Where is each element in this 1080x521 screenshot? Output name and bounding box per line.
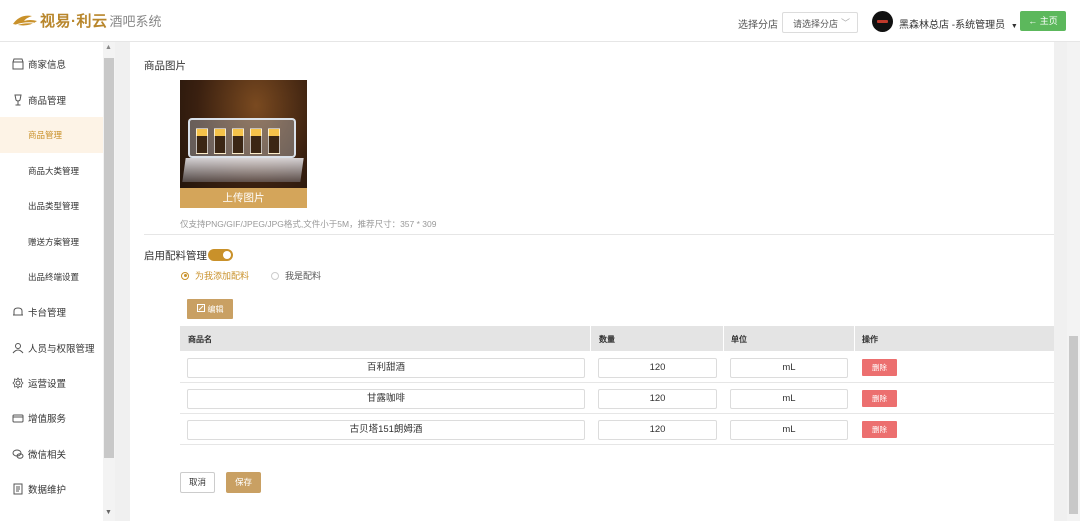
table-header: 商品名 数量 单位 操作 <box>180 326 1054 351</box>
radio-label: 我是配料 <box>285 271 322 281</box>
product-name-input[interactable]: 百利甜酒 <box>187 358 585 378</box>
unit-input[interactable]: mL <box>730 389 848 409</box>
user-menu[interactable]: 黑森林总店 -系统管理员 ▼ <box>899 16 1018 31</box>
wechat-icon <box>11 448 24 461</box>
radio-dot <box>271 271 279 280</box>
sidebar-item-label: 商品管理 <box>28 96 67 107</box>
sidebar-subitem-output-types[interactable]: 出品类型管理 <box>0 188 103 224</box>
column-header-unit: 单位 <box>731 335 747 344</box>
sidebar-item-label: 卡台管理 <box>28 308 67 319</box>
sidebar-scrollbar-thumb[interactable] <box>104 58 114 458</box>
quantity-input[interactable]: 120 <box>598 420 717 440</box>
wine-glass-icon <box>11 94 24 107</box>
brand-logo[interactable]: 视易·利云 酒吧系统 <box>12 10 162 31</box>
sidebar-item-wechat[interactable]: 微信相关 <box>0 436 103 472</box>
sidebar-item-label: 增值服务 <box>28 414 67 425</box>
quantity-input[interactable]: 120 <box>598 358 717 378</box>
sidebar-item-table-management[interactable]: 卡台管理 <box>0 294 103 330</box>
delete-button[interactable]: 删除 <box>862 421 897 438</box>
product-name-input[interactable]: 甘露咖啡 <box>187 389 585 409</box>
sidebar-subitem-categories[interactable]: 商品大类管理 <box>0 153 103 189</box>
user-name: 黑森林总店 -系统管理员 <box>899 20 1006 31</box>
table-row: 古贝塔151朗姆酒 120 mL 删除 <box>180 414 1054 445</box>
radio-is-ingredient[interactable]: 我是配料 <box>271 269 321 282</box>
product-name-input[interactable]: 古贝塔151朗姆酒 <box>187 420 585 440</box>
user-icon <box>11 342 24 355</box>
sidebar-item-data-maintenance[interactable]: 数据维护 <box>0 471 103 507</box>
unit-input[interactable]: mL <box>730 358 848 378</box>
sidebar-subitem-products[interactable]: 商品管理 <box>0 117 103 153</box>
store-icon <box>11 58 24 71</box>
branch-select-placeholder: 请选择分店 <box>793 19 839 29</box>
avatar[interactable] <box>872 11 893 32</box>
sidebar-item-value-added-services[interactable]: 增值服务 <box>0 400 103 436</box>
cancel-button[interactable]: 取消 <box>180 472 215 493</box>
sidebar-item-label: 商家信息 <box>28 60 67 71</box>
sidebar-item-label: 数据维护 <box>28 485 67 496</box>
scroll-up-arrow-icon[interactable]: ▲ <box>105 44 112 51</box>
radio-dot <box>181 271 189 280</box>
column-header-quantity: 数量 <box>599 335 615 344</box>
home-button[interactable]: ← 主页 <box>1020 11 1066 31</box>
scroll-down-arrow-icon[interactable]: ▼ <box>105 509 112 516</box>
product-image[interactable]: 上传图片 <box>180 80 307 208</box>
brand-subtitle: 酒吧系统 <box>109 14 162 29</box>
top-bar: 视易·利云 酒吧系统 选择分店 请选择分店 ﹀ 黑森林总店 -系统管理员 ▼ ←… <box>0 0 1080 42</box>
sidebar-item-label: 人员与权限管理 <box>28 344 95 355</box>
sidebar-item-product-management[interactable]: 商品管理 <box>0 82 103 118</box>
edit-button[interactable]: 编辑 <box>187 299 233 319</box>
chevron-down-icon: ﹀ <box>840 18 850 28</box>
sidebar-item-label: 运营设置 <box>28 379 67 390</box>
sidebar-item-operations-settings[interactable]: 运营设置 <box>0 365 103 401</box>
radio-label: 为我添加配料 <box>195 271 250 281</box>
upload-image-button[interactable]: 上传图片 <box>180 188 307 208</box>
caret-down-icon: ▼ <box>1010 23 1018 30</box>
delete-button[interactable]: 删除 <box>862 390 897 407</box>
section-divider <box>144 234 1054 235</box>
brand-name: 视易·利云 <box>40 13 108 30</box>
branch-label: 选择分店 <box>738 20 778 31</box>
sidebar-item-staff-permissions[interactable]: 人员与权限管理 <box>0 330 103 366</box>
column-header-name: 商品名 <box>188 335 212 344</box>
sidebar-subitem-gift-plans[interactable]: 赠送方案管理 <box>0 224 103 260</box>
unit-input[interactable]: mL <box>730 420 848 440</box>
radio-add-ingredients[interactable]: 为我添加配料 <box>181 269 249 282</box>
edit-button-label: 编辑 <box>207 304 224 314</box>
brand-logo-mark-icon <box>12 12 38 30</box>
ingredient-toggle-label: 启用配料管理 <box>144 250 207 262</box>
upload-hint: 仅支持PNG/GIF/JPEG/JPG格式,文件小于5M，推荐尺寸：357 * … <box>180 219 437 229</box>
sidebar: 商家信息 商品管理 商品管理 商品大类管理 出品类型管理 赠送方案管理 出品终端… <box>0 42 103 521</box>
sidebar-item-merchant-info[interactable]: 商家信息 <box>0 46 103 82</box>
image-section-title: 商品图片 <box>144 60 186 72</box>
branch-select[interactable]: 请选择分店 ﹀ <box>782 12 858 33</box>
quantity-input[interactable]: 120 <box>598 389 717 409</box>
ingredient-toggle[interactable] <box>208 249 233 261</box>
wallet-icon <box>11 412 24 425</box>
column-header-action: 操作 <box>862 335 878 344</box>
save-button[interactable]: 保存 <box>226 472 261 493</box>
delete-button[interactable]: 删除 <box>862 359 897 376</box>
document-icon <box>11 483 24 496</box>
sidebar-subitem-output-terminals[interactable]: 出品终端设置 <box>0 259 103 295</box>
table-row: 甘露咖啡 120 mL 删除 <box>180 383 1054 414</box>
edit-icon <box>196 304 205 314</box>
table-row: 百利甜酒 120 mL 删除 <box>180 352 1054 383</box>
sidebar-item-label: 微信相关 <box>28 450 67 461</box>
sofa-icon <box>11 306 24 319</box>
main-scrollbar-thumb[interactable] <box>1069 336 1078 514</box>
gear-icon <box>11 377 24 390</box>
